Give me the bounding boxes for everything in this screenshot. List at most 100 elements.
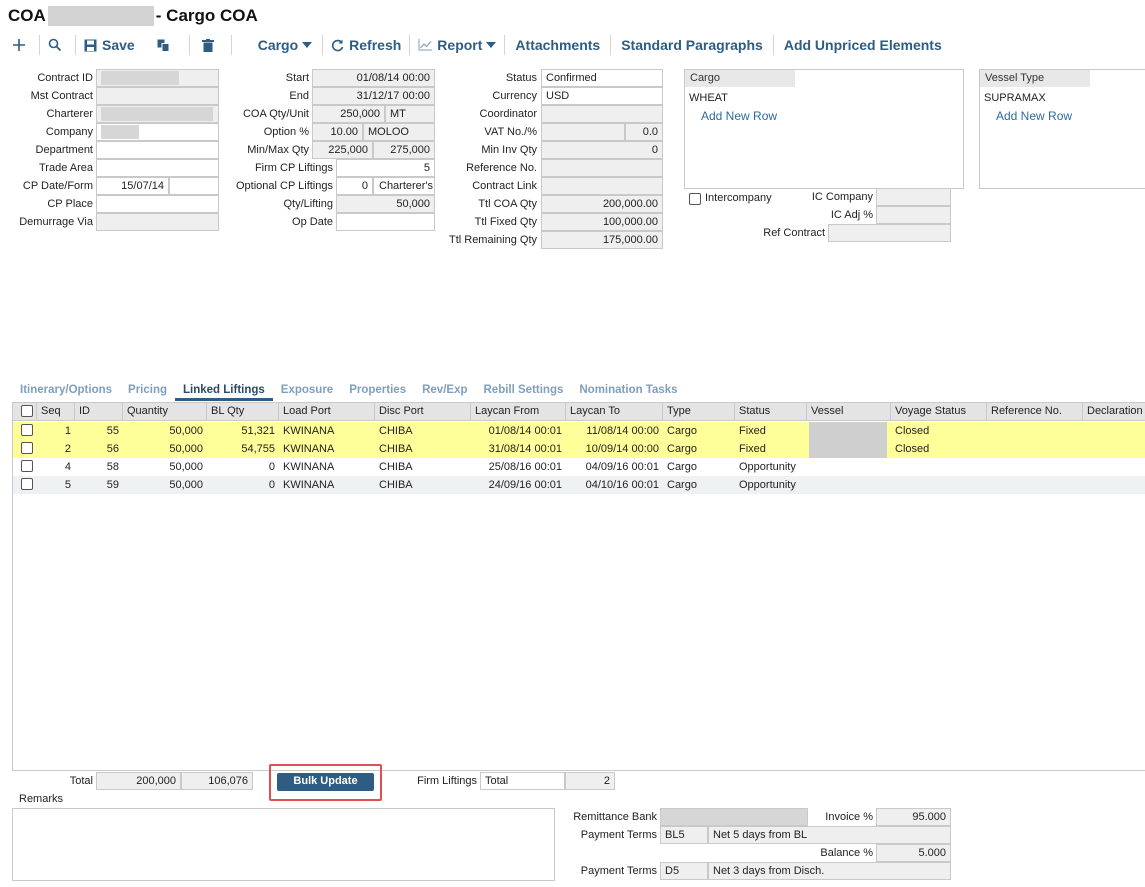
col-laycan-from[interactable]: Laycan From: [471, 403, 566, 421]
row-checkbox[interactable]: [21, 478, 33, 490]
cp-date-field[interactable]: 15/07/14: [96, 177, 169, 195]
qty-lifting-label: Qty/Lifting: [283, 198, 333, 210]
end-field[interactable]: 31/12/17 00:00: [312, 87, 435, 105]
col-declaration[interactable]: Declaration: [1083, 403, 1145, 421]
coordinator-field[interactable]: [541, 105, 663, 123]
table-row[interactable]: 4 58 50,000 0 KWINANA CHIBA 25/08/16 00:01 04/0…: [13, 458, 1145, 476]
cell-laycan-to: 11/08/14 00:00: [586, 425, 659, 437]
standard-paragraphs-button[interactable]: Standard Paragraphs: [611, 34, 773, 56]
start-field[interactable]: 01/08/14 00:00: [312, 69, 435, 87]
cargo-menu-button[interactable]: Cargo: [232, 34, 322, 56]
status-field[interactable]: Confirmed: [541, 69, 663, 87]
col-seq[interactable]: Seq: [37, 403, 75, 421]
bulk-update-button[interactable]: Bulk Update: [277, 773, 374, 791]
col-load-port[interactable]: Load Port: [279, 403, 375, 421]
cp-form-field[interactable]: [169, 177, 219, 195]
col-type[interactable]: Type: [663, 403, 735, 421]
tab-rev-exp[interactable]: Rev/Exp: [414, 382, 475, 401]
op-date-label: Op Date: [292, 216, 333, 228]
balance-pct-label: Balance %: [820, 847, 873, 859]
option-pct-field[interactable]: 10.00: [312, 123, 363, 141]
cargo-add-new-row-link[interactable]: Add New Row: [701, 109, 777, 123]
payment-terms-1-code[interactable]: BL5: [660, 826, 708, 844]
op-date-field[interactable]: [336, 213, 435, 231]
table-row[interactable]: 5 59 50,000 0 KWINANA CHIBA 24/09/16 00:01 04/1…: [13, 476, 1145, 494]
add-button[interactable]: [0, 34, 39, 56]
cell-seq: 5: [64, 479, 71, 491]
table-row[interactable]: 1 55 50,000 51,321 KWINANA CHIBA 01/08/14 00:0…: [13, 422, 1145, 440]
ic-adj-field[interactable]: [876, 206, 951, 224]
charterer-field[interactable]: [96, 105, 219, 123]
col-id[interactable]: ID: [75, 403, 123, 421]
col-vessel[interactable]: Vessel: [807, 403, 891, 421]
currency-field[interactable]: USD: [541, 87, 663, 105]
cp-place-field[interactable]: [96, 195, 219, 213]
tab-itinerary-options[interactable]: Itinerary/Options: [12, 382, 120, 401]
trade-area-field[interactable]: [96, 159, 219, 177]
report-menu-button[interactable]: Report: [410, 34, 504, 56]
col-reference-no[interactable]: Reference No.: [987, 403, 1083, 421]
tab-linked-liftings[interactable]: Linked Liftings: [175, 382, 273, 401]
cargo-item[interactable]: WHEAT: [689, 92, 728, 104]
ttl-remaining-qty-field[interactable]: 175,000.00: [541, 231, 663, 249]
delete-button[interactable]: [190, 34, 231, 56]
demurrage-via-field[interactable]: [96, 213, 219, 231]
ttl-coa-qty-field[interactable]: 200,000.00: [541, 195, 663, 213]
row-checkbox[interactable]: [21, 442, 33, 454]
contract-link-field[interactable]: [541, 177, 663, 195]
cell-load-port: KWINANA: [283, 443, 335, 455]
tab-pricing[interactable]: Pricing: [120, 382, 175, 401]
ic-adj-label: IC Adj %: [830, 209, 873, 221]
ic-company-field[interactable]: [876, 188, 951, 206]
floppy-disk-icon: [84, 39, 97, 51]
search-button[interactable]: [40, 34, 75, 56]
cell-declaration: [1083, 458, 1145, 476]
company-field[interactable]: [96, 123, 219, 141]
intercompany-checkbox[interactable]: [689, 193, 701, 205]
department-field[interactable]: [96, 141, 219, 159]
save-button[interactable]: Save: [76, 34, 143, 56]
table-row[interactable]: 2 56 50,000 54,755 KWINANA CHIBA 31/08/14 00:0…: [13, 440, 1145, 458]
select-all-checkbox[interactable]: [21, 405, 33, 417]
vat-no-field[interactable]: [541, 123, 625, 141]
col-bl-qty[interactable]: BL Qty: [207, 403, 279, 421]
coa-qty-field[interactable]: 250,000: [312, 105, 385, 123]
min-inv-qty-field[interactable]: 0: [541, 141, 663, 159]
vessel-add-new-row-link[interactable]: Add New Row: [996, 109, 1072, 123]
col-disc-port[interactable]: Disc Port: [375, 403, 471, 421]
optional-cp-liftings-field[interactable]: 0: [336, 177, 373, 195]
vessel-type-item[interactable]: SUPRAMAX: [984, 92, 1046, 104]
tab-properties[interactable]: Properties: [341, 382, 414, 401]
min-qty-field[interactable]: 225,000: [312, 141, 373, 159]
optional-cp-option-field[interactable]: Charterer's: [373, 177, 435, 195]
col-quantity[interactable]: Quantity: [123, 403, 207, 421]
reference-no-field[interactable]: [541, 159, 663, 177]
payment-terms-2-code[interactable]: D5: [660, 862, 708, 880]
col-status[interactable]: Status: [735, 403, 807, 421]
attachments-button[interactable]: Attachments: [505, 34, 610, 56]
row-checkbox[interactable]: [21, 424, 33, 436]
col-laycan-to[interactable]: Laycan To: [566, 403, 663, 421]
ref-contract-field[interactable]: [828, 224, 951, 242]
balance-pct-field[interactable]: 5.000: [876, 844, 951, 862]
tab-rebill-settings[interactable]: Rebill Settings: [476, 382, 572, 401]
vat-pct-field[interactable]: 0.0: [625, 123, 663, 141]
coa-unit-field[interactable]: MT: [385, 105, 435, 123]
tab-nomination-tasks[interactable]: Nomination Tasks: [571, 382, 685, 401]
refresh-button[interactable]: Refresh: [323, 34, 409, 56]
contract-id-field[interactable]: [96, 69, 219, 87]
mst-contract-label: Mst Contract: [30, 90, 93, 102]
row-checkbox[interactable]: [21, 460, 33, 472]
mst-contract-field[interactable]: [96, 87, 219, 105]
remarks-textarea[interactable]: [12, 808, 555, 881]
copy-button[interactable]: [143, 34, 189, 56]
option-type-field[interactable]: MOLOO: [363, 123, 435, 141]
firm-cp-liftings-field[interactable]: 5: [336, 159, 435, 177]
qty-lifting-field[interactable]: 50,000: [336, 195, 435, 213]
ttl-fixed-qty-field[interactable]: 100,000.00: [541, 213, 663, 231]
add-unpriced-elements-button[interactable]: Add Unpriced Elements: [774, 34, 952, 56]
invoice-pct-field[interactable]: 95.000: [876, 808, 951, 826]
max-qty-field[interactable]: 275,000: [373, 141, 435, 159]
col-voyage-status[interactable]: Voyage Status: [891, 403, 987, 421]
tab-exposure[interactable]: Exposure: [273, 382, 341, 401]
